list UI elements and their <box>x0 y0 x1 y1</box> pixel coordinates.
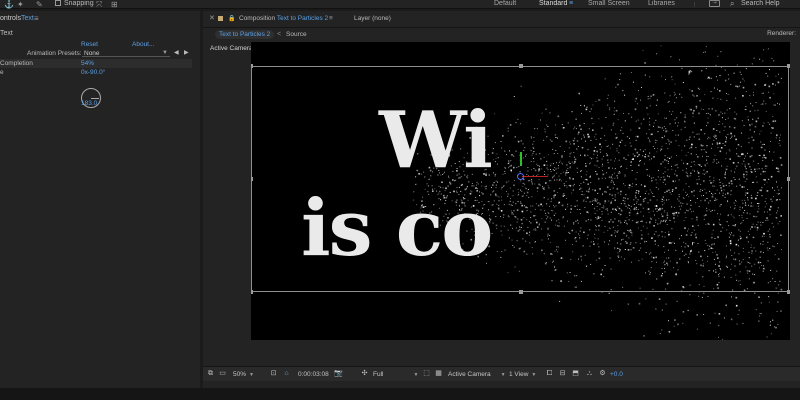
label-color-chip <box>218 16 223 21</box>
about-link[interactable]: About... <box>132 40 154 49</box>
always-preview-icon[interactable]: ⧉ <box>206 370 215 378</box>
breadcrumb: Text to Particles 2 < Source <box>203 29 800 40</box>
effect-controls-tab-label: ontrols <box>0 15 22 22</box>
composition-name: Text to Particles 2 <box>276 15 329 22</box>
panel-menu-icon[interactable]: ≡ <box>34 15 39 23</box>
rotation-label: e <box>0 69 4 76</box>
composition-tab-label: Composition <box>239 15 276 22</box>
reset-link[interactable]: Reset <box>81 40 98 49</box>
layer-tab[interactable]: Layer (none) <box>354 14 391 23</box>
effect-controls-panel: ontrolsText ≡ Text Reset About... Animat… <box>0 11 200 388</box>
breadcrumb-separator: < <box>277 31 282 38</box>
workspace-libraries[interactable]: Libraries <box>648 0 675 8</box>
chevron-down-icon: ▼ <box>500 372 506 378</box>
toolbar-divider <box>694 2 695 7</box>
handle-bottom-left[interactable] <box>251 290 253 294</box>
layer-name: Text <box>0 30 13 37</box>
handle-top-left[interactable] <box>251 64 253 68</box>
renderer-label[interactable]: Renderer: <box>767 30 796 37</box>
rotation-row: e 0x-90.0° <box>0 68 192 77</box>
workspace-expand-icon[interactable]: ⇥ <box>709 0 720 7</box>
handle-bottom-center[interactable] <box>519 290 523 294</box>
snapshot-icon[interactable]: 📷 <box>334 370 343 378</box>
effect-controls-target: Text <box>21 15 34 22</box>
completion-value[interactable]: 54% <box>81 59 94 68</box>
effect-controls-tab[interactable]: ontrolsText <box>0 14 34 24</box>
region-of-interest-icon[interactable]: ⬚ <box>422 370 431 378</box>
viewer-label: Active Camera <box>210 45 253 52</box>
viewer-controls-bar: ⧉ ▭ 50% ▼ ⊡ ⌂ 0:00:03:08 📷 ✣ Full ▼ ⬚ ▦ Ac… <box>203 366 800 381</box>
resolution-value: Full <box>373 371 384 378</box>
snap-edges-icon[interactable]: ⤧ <box>96 0 102 9</box>
workspace-small-screen[interactable]: Small Screen <box>588 0 630 8</box>
composition-viewer[interactable]: Wi is co <box>251 42 790 340</box>
y-axis-gizmo[interactable] <box>520 152 522 166</box>
rotation-value[interactable]: 0x-90.0° <box>81 68 105 77</box>
zoom-value: 50% <box>233 371 247 378</box>
timecode[interactable]: 0:00:03:08 <box>298 370 329 379</box>
completion-label: Completion <box>0 60 33 67</box>
top-toolbar: ⚓ ✦ ✎ Snapping ⤧ ⊞ Default Standard ≡ Sm… <box>0 0 800 9</box>
handle-middle-right[interactable] <box>787 177 790 181</box>
effect-header-row: Reset About... <box>0 40 192 49</box>
composition-panel: ✕ 🔒 Composition Text to Particles 2 ≡ La… <box>203 11 800 388</box>
mask-visibility-icon[interactable]: ⌂ <box>282 370 291 378</box>
status-bar <box>0 388 800 400</box>
exposure-reset-icon[interactable]: ⚙ <box>598 370 607 378</box>
snap-grid-icon[interactable]: ⊞ <box>111 0 118 9</box>
snapping-checkbox[interactable] <box>55 0 61 6</box>
flowchart-icon[interactable]: ⛬ <box>585 370 594 378</box>
exposure-value[interactable]: +0.0 <box>610 370 623 379</box>
view-layout-value: 1 View <box>509 371 529 378</box>
pin-tool-icon[interactable]: ⚓ <box>4 0 14 9</box>
chevron-down-icon: ▼ <box>249 372 254 378</box>
breadcrumb-source[interactable]: Source <box>282 30 311 39</box>
camera-view-value: Active Camera <box>448 371 491 378</box>
composition-menu-icon[interactable]: ≡ <box>329 14 333 23</box>
next-preset-icon[interactable]: ▶ <box>184 49 189 58</box>
workspace-standard[interactable]: Standard <box>539 0 567 8</box>
animation-presets-value: None <box>84 50 100 57</box>
random-seed-row: 183.0 <box>0 99 192 108</box>
workspace-menu-icon[interactable]: ≡ <box>569 0 573 8</box>
transparency-grid-icon[interactable]: ▦ <box>434 370 443 378</box>
handle-top-right[interactable] <box>787 64 790 68</box>
x-axis-gizmo[interactable] <box>522 176 548 177</box>
zoom-dropdown[interactable]: 50% ▼ <box>233 370 254 379</box>
handle-bottom-right[interactable] <box>787 290 790 294</box>
animation-presets-select[interactable]: None ▼ <box>82 49 170 57</box>
close-tab-icon[interactable]: ✕ <box>209 14 215 22</box>
view-layout-dropdown[interactable]: 1 View ▼ <box>509 370 536 379</box>
anchor-point-gizmo[interactable] <box>517 173 524 180</box>
workspace-default[interactable]: Default <box>494 0 516 8</box>
handle-top-center[interactable] <box>519 64 523 68</box>
animation-presets-row: Animation Presets: None ▼ ◀ ▶ <box>0 49 192 58</box>
monitor-icon[interactable]: ▭ <box>218 370 227 378</box>
previous-preset-icon[interactable]: ◀ <box>174 49 179 58</box>
pen-tool-icon[interactable]: ✎ <box>36 0 43 9</box>
completion-row: Completion 54% <box>0 59 192 68</box>
chevron-down-icon: ▼ <box>531 372 537 378</box>
breadcrumb-active-comp[interactable]: Text to Particles 2 <box>215 30 275 39</box>
search-icon[interactable]: ⌕ <box>730 0 734 8</box>
chevron-down-icon: ▼ <box>413 372 419 378</box>
handle-middle-left[interactable] <box>251 177 253 181</box>
fast-previews-icon[interactable]: ⬒ <box>571 370 580 378</box>
channel-icon[interactable]: ✣ <box>360 370 369 378</box>
snapping-label: Snapping <box>64 0 94 7</box>
grid-overlay-icon[interactable]: ⊡ <box>269 370 278 378</box>
animation-presets-label: Animation Presets: <box>27 50 82 57</box>
draft-3d-icon[interactable]: ⊟ <box>558 370 567 378</box>
chevron-down-icon: ▼ <box>162 50 168 56</box>
puppet-tool-icon[interactable]: ✦ <box>17 0 24 9</box>
composition-tab-bar: ✕ 🔒 Composition Text to Particles 2 ≡ La… <box>203 11 800 28</box>
toggle-pixel-aspect-icon[interactable]: ⧠ <box>545 370 554 378</box>
camera-view-dropdown[interactable]: Active Camera ▼ <box>448 370 506 379</box>
lock-icon[interactable]: 🔒 <box>228 15 235 22</box>
random-seed-value[interactable]: 183.0 <box>81 99 97 108</box>
composition-tab[interactable]: Composition Text to Particles 2 <box>239 14 328 23</box>
search-help-field[interactable]: Search Help <box>741 0 780 8</box>
resolution-dropdown[interactable]: Full ▼ <box>373 370 418 379</box>
